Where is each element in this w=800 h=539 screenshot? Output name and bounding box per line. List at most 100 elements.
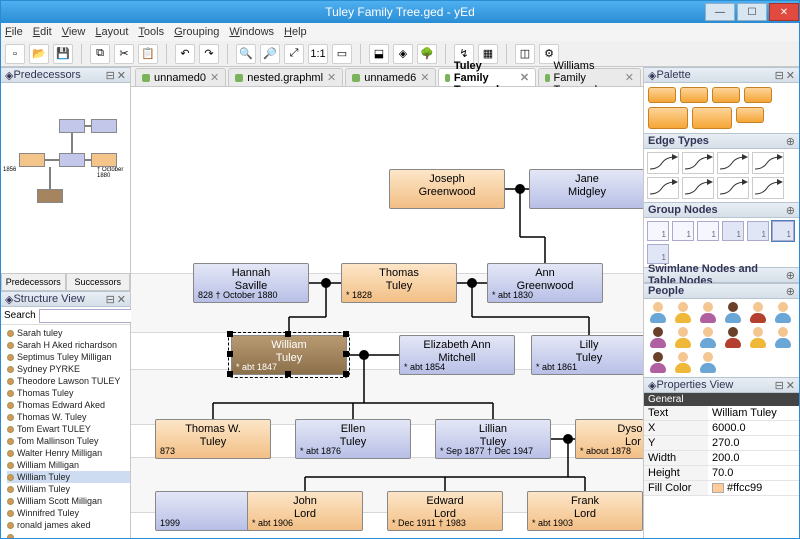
person-shape[interactable] bbox=[747, 327, 769, 349]
graph-node-jane[interactable]: JaneMidgley bbox=[529, 169, 643, 209]
tree-item[interactable]: Tom Mallinson Tuley bbox=[7, 435, 130, 447]
property-row[interactable]: X6000.0 bbox=[644, 421, 799, 436]
menu-grouping[interactable]: Grouping bbox=[174, 26, 219, 38]
edge-type[interactable] bbox=[682, 177, 714, 199]
menu-help[interactable]: Help bbox=[284, 26, 307, 38]
pin-icon[interactable]: ⊟ bbox=[106, 69, 115, 82]
tree-item[interactable]: Septimus Tuley Milligan bbox=[7, 351, 130, 363]
person-shape[interactable] bbox=[697, 327, 719, 349]
overview-node[interactable] bbox=[59, 119, 85, 133]
menu-tools[interactable]: Tools bbox=[138, 26, 164, 38]
person-shape[interactable] bbox=[722, 327, 744, 349]
tree-item[interactable]: Sarah H Aked richardson bbox=[7, 339, 130, 351]
undo-button[interactable]: ↶ bbox=[175, 44, 195, 64]
person-shape[interactable] bbox=[697, 352, 719, 374]
person-shape[interactable] bbox=[672, 302, 694, 324]
edge-type[interactable] bbox=[682, 152, 714, 174]
maximize-button[interactable]: ☐ bbox=[737, 3, 767, 21]
property-row[interactable]: Fill Color#ffcc99 bbox=[644, 481, 799, 496]
graph-node-thomasw[interactable]: Thomas W.Tuley873 bbox=[155, 419, 271, 459]
edge-type[interactable] bbox=[752, 152, 784, 174]
property-row[interactable]: TextWilliam Tuley bbox=[644, 406, 799, 421]
graph-node-william[interactable]: WilliamTuley* abt 1847 bbox=[231, 335, 347, 375]
person-shape[interactable] bbox=[772, 302, 794, 324]
graph-node-eliza[interactable]: Elizabeth AnnMitchell* abt 1854 bbox=[399, 335, 515, 375]
pin-icon[interactable]: ⊟ bbox=[106, 293, 115, 306]
overview-node[interactable] bbox=[59, 153, 85, 167]
person-shape[interactable] bbox=[722, 302, 744, 324]
collapse-icon[interactable]: ✕ bbox=[117, 293, 126, 306]
close-button[interactable]: ✕ bbox=[769, 3, 799, 21]
edge-type[interactable] bbox=[647, 152, 679, 174]
selection-handle[interactable] bbox=[285, 331, 291, 337]
tree-item[interactable]: Theodore Lawson TULEY bbox=[7, 375, 130, 387]
graph-node-joseph[interactable]: JosephGreenwood bbox=[389, 169, 505, 209]
document-tab[interactable]: unnamed6✕ bbox=[345, 68, 436, 86]
tree-item[interactable]: Thomas W. Tuley bbox=[7, 411, 130, 423]
shape-node[interactable] bbox=[680, 87, 708, 103]
close-tab-icon[interactable]: ✕ bbox=[210, 71, 219, 84]
open-button[interactable]: 📂 bbox=[29, 44, 49, 64]
tree-item[interactable]: Walter Henry Milligan bbox=[7, 447, 130, 459]
graph-node-thomas[interactable]: ThomasTuley* 1828 bbox=[341, 263, 457, 303]
graph-node-lilly[interactable]: LillyTuley* abt 1861 bbox=[531, 335, 643, 375]
group-node[interactable] bbox=[772, 221, 794, 241]
menu-view[interactable]: View bbox=[62, 26, 86, 38]
tree-item[interactable]: William Tuley bbox=[7, 471, 130, 483]
graph-node-hannah[interactable]: HannahSaville828 † October 1880 bbox=[193, 263, 309, 303]
tree-item[interactable]: William Milligan bbox=[7, 459, 130, 471]
layout-hierarchic-button[interactable]: ⬓ bbox=[369, 44, 389, 64]
menu-windows[interactable]: Windows bbox=[229, 26, 274, 38]
tree-item[interactable]: Sarah tuley bbox=[7, 327, 130, 339]
property-row[interactable]: Width200.0 bbox=[644, 451, 799, 466]
selection-handle[interactable] bbox=[285, 371, 291, 377]
menu-layout[interactable]: Layout bbox=[95, 26, 128, 38]
graph-node-frank[interactable]: FrankLord* abt 1903 bbox=[527, 491, 643, 531]
layout-organic-button[interactable]: ◈ bbox=[393, 44, 413, 64]
document-tab[interactable]: Tuley Family Tree.ged✕ bbox=[438, 68, 536, 86]
person-shape[interactable] bbox=[647, 302, 669, 324]
overview-node[interactable] bbox=[37, 189, 63, 203]
edge-type[interactable] bbox=[717, 177, 749, 199]
person-shape[interactable] bbox=[647, 327, 669, 349]
group-nodes-palette[interactable] bbox=[644, 218, 799, 267]
tree-item[interactable]: William Scott Milligan bbox=[7, 495, 130, 507]
overview-node[interactable] bbox=[91, 153, 117, 167]
copy-button[interactable]: ⧉ bbox=[90, 44, 110, 64]
selection-handle[interactable] bbox=[343, 371, 349, 377]
graph-node-john[interactable]: JohnLord* abt 1906 bbox=[247, 491, 363, 531]
tree-item[interactable]: Thomas Edward Aked bbox=[7, 399, 130, 411]
zoom-in-button[interactable]: 🔍 bbox=[236, 44, 256, 64]
redo-button[interactable]: ↷ bbox=[199, 44, 219, 64]
structure-tree[interactable]: Sarah tuleySarah H Aked richardsonSeptim… bbox=[1, 325, 130, 538]
zoom-out-button[interactable]: 🔎 bbox=[260, 44, 280, 64]
tree-item[interactable]: ronald james aked bbox=[7, 519, 130, 531]
group-node[interactable] bbox=[697, 221, 719, 241]
overview-panel[interactable]: 1856 † October 1880 bbox=[1, 83, 130, 273]
shape-node[interactable] bbox=[692, 107, 732, 129]
document-tab[interactable]: unnamed0✕ bbox=[135, 68, 226, 86]
group-node[interactable] bbox=[747, 221, 769, 241]
selection-handle[interactable] bbox=[343, 351, 349, 357]
new-file-button[interactable]: ▫ bbox=[5, 44, 25, 64]
zoom-area-button[interactable]: ▭ bbox=[332, 44, 352, 64]
shape-node[interactable] bbox=[648, 107, 688, 129]
zoom-1to1-button[interactable]: 1:1 bbox=[308, 44, 328, 64]
selection-handle[interactable] bbox=[227, 351, 233, 357]
close-tab-icon[interactable]: ✕ bbox=[327, 71, 336, 84]
group-node[interactable] bbox=[672, 221, 694, 241]
graph-node-ellen[interactable]: EllenTuley* abt 1876 bbox=[295, 419, 411, 459]
graph-node-lillian[interactable]: LillianTuley* Sep 1877 † Dec 1947 bbox=[435, 419, 551, 459]
selection-handle[interactable] bbox=[227, 331, 233, 337]
overview-node[interactable] bbox=[19, 153, 45, 167]
tree-item[interactable]: Winnifred Tuley bbox=[7, 507, 130, 519]
edge-type[interactable] bbox=[647, 177, 679, 199]
palette-shapes[interactable] bbox=[644, 83, 799, 133]
shape-node[interactable] bbox=[712, 87, 740, 103]
tree-item[interactable]: Sydney PYRKE bbox=[7, 363, 130, 375]
menu-file[interactable]: File bbox=[5, 26, 23, 38]
person-shape[interactable] bbox=[747, 302, 769, 324]
document-tab[interactable]: nested.graphml✕ bbox=[228, 68, 343, 86]
graph-node-dyson[interactable]: DysonLor* about 1878 bbox=[575, 419, 643, 459]
people-palette[interactable] bbox=[644, 299, 799, 377]
